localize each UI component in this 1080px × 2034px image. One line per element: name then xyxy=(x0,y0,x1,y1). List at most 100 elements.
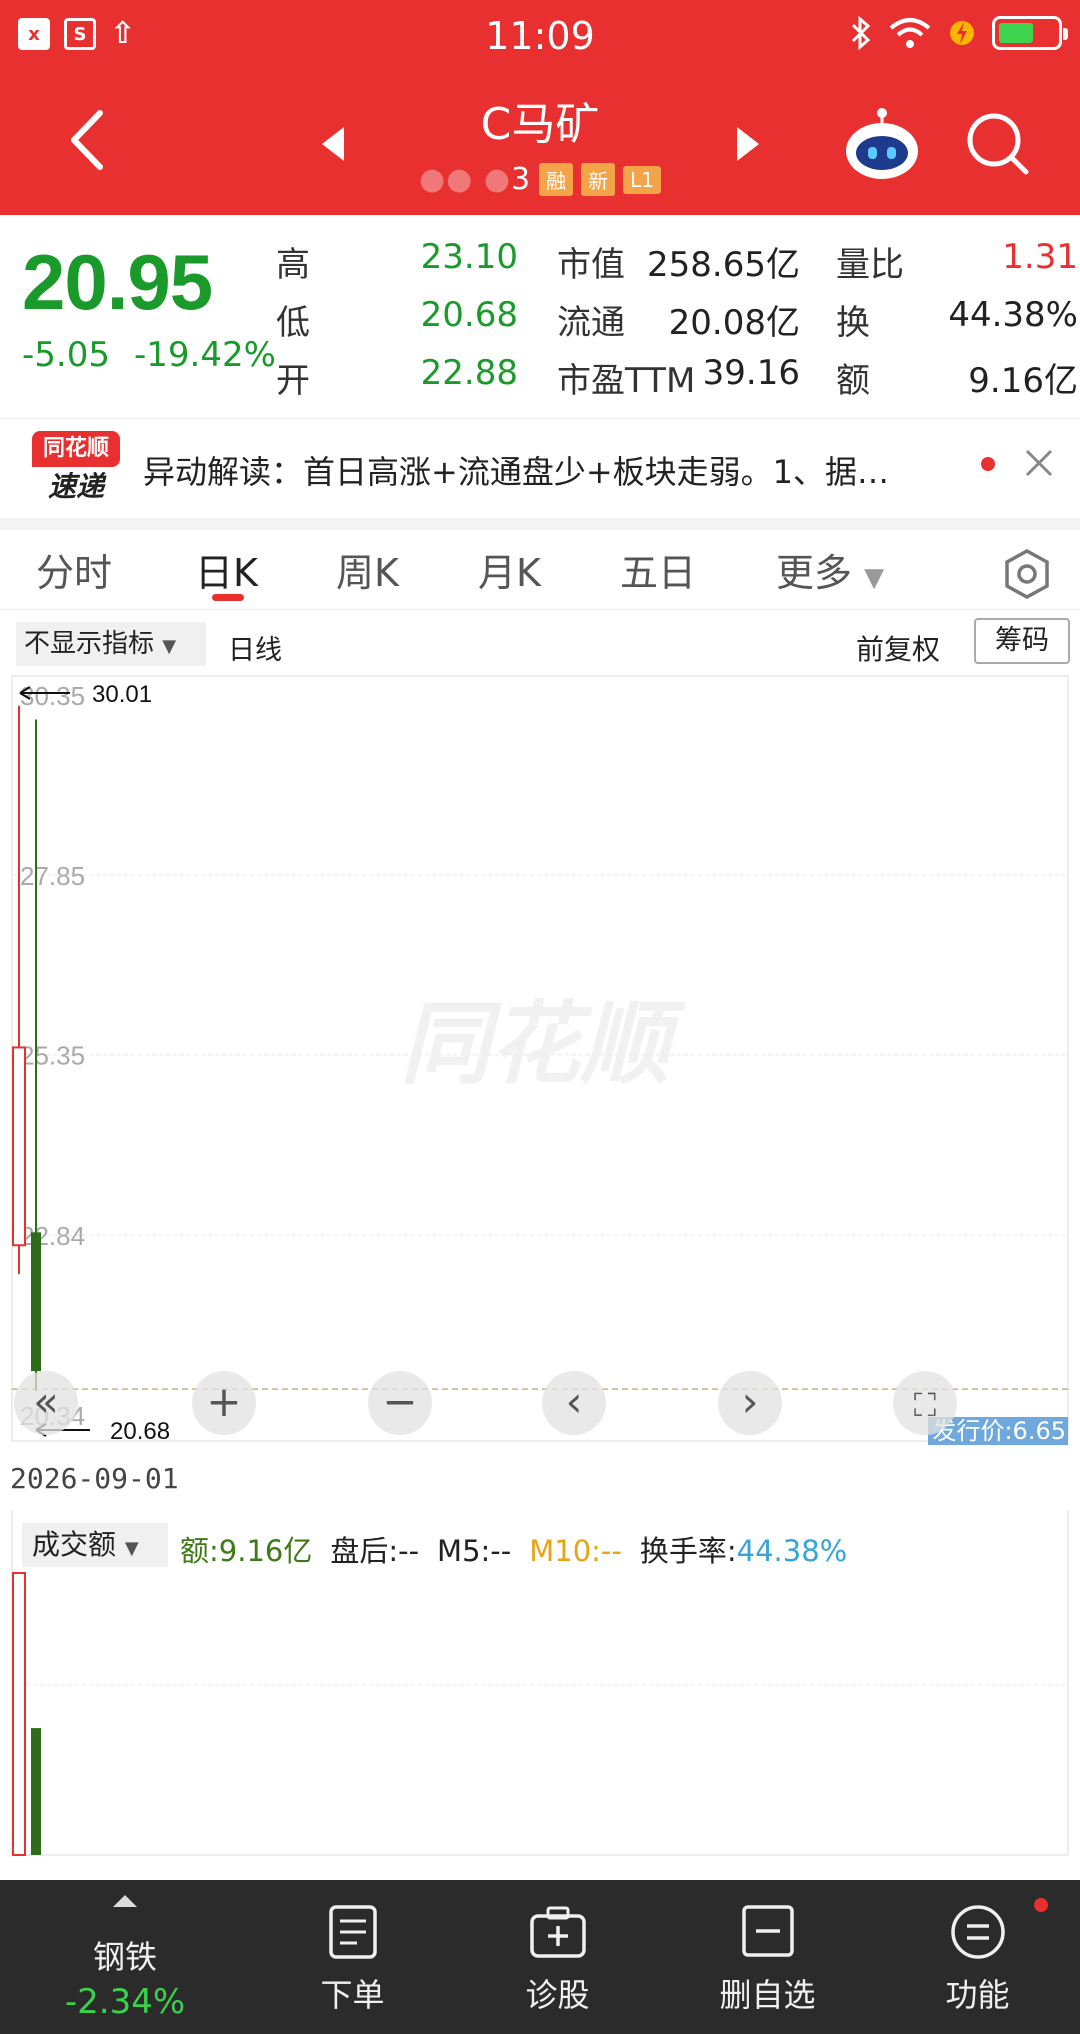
adjust-mode[interactable]: 前复权 xyxy=(856,628,940,668)
minus-square-icon xyxy=(741,1905,794,1957)
caret-up-icon xyxy=(113,1895,137,1907)
tag-new: 新 xyxy=(581,163,616,196)
turnover-label: 换 xyxy=(836,303,870,343)
vol-ratio-label: 量比 xyxy=(836,245,904,285)
float-label: 流通 xyxy=(557,303,625,343)
diagnose-label: 诊股 xyxy=(525,1976,590,2014)
order-form-icon xyxy=(328,1905,377,1959)
volume-amount: 额:9.16亿 xyxy=(180,1534,313,1568)
ths-express-logo: 同花顺 速递 xyxy=(32,431,120,507)
high-marker-label: 30.01 xyxy=(92,681,152,708)
turnover-rate-label: 换手率: xyxy=(639,1534,737,1568)
turnover-value: 44.38% xyxy=(948,295,1078,335)
volume-bar xyxy=(12,1572,26,1856)
open-value: 22.88 xyxy=(420,353,518,393)
turnover-rate-value: 44.38% xyxy=(736,1534,848,1568)
high-label: 高 xyxy=(276,245,310,285)
kline-chart[interactable]: 同花顺30.3527.8525.3522.8420.3430.0120.68发行… xyxy=(0,675,1080,1447)
battery-icon xyxy=(992,16,1068,50)
sector-button[interactable]: 钢铁 -2.34% xyxy=(0,1880,250,2034)
quote-row-2: 低 20.68 流通 20.08亿 换 44.38% xyxy=(0,295,1080,345)
news-banner[interactable]: 同花顺 速递 异动解读：首日高涨+流通盘少+板块走弱。1、据… xyxy=(0,418,1080,518)
sector-change: -2.34% xyxy=(64,1982,186,2022)
y-tick-label: 25.35 xyxy=(20,1041,85,1071)
pe-label: 市盈TTM xyxy=(557,361,696,401)
tab-monthly-k[interactable]: 月K xyxy=(478,542,541,597)
wifi-icon xyxy=(889,18,931,48)
selected-date: 2026-09-01 xyxy=(10,1462,179,1495)
order-button[interactable]: 下单 xyxy=(250,1880,455,2034)
top-header: x S ⇧ 11:09 C马矿 ●● ●3 融 新 L1 xyxy=(0,0,1080,215)
menu-circle-icon xyxy=(950,1905,1005,1959)
search-icon[interactable] xyxy=(962,108,1032,178)
volume-stats: 额:9.16亿 盘后:-- M5:-- M10:-- 换手率:44.38% xyxy=(180,1528,865,1570)
y-tick-label: 27.85 xyxy=(20,861,85,891)
unread-dot-icon xyxy=(981,457,995,471)
remove-watchlist-button[interactable]: 删自选 xyxy=(660,1880,875,2034)
svg-text:›: › xyxy=(742,1377,759,1426)
sector-name: 钢铁 xyxy=(92,1938,157,1976)
bluetooth-icon xyxy=(851,16,871,50)
svg-text:−: − xyxy=(382,1377,417,1426)
news-text[interactable]: 异动解读：首日高涨+流通盘少+板块走弱。1、据… xyxy=(143,447,889,493)
float-value: 20.08亿 xyxy=(668,303,800,343)
period-tabs: 分时 日K 周K 月K 五日 更多 ▼ xyxy=(0,530,1080,610)
functions-button[interactable]: 功能 xyxy=(875,1880,1080,2034)
remove-watchlist-label: 删自选 xyxy=(719,1976,816,2014)
ai-assistant-icon[interactable] xyxy=(842,105,922,185)
tab-more[interactable]: 更多 ▼ xyxy=(776,542,884,597)
quote-row-1: 高 23.10 市值 258.65亿 量比 1.31 xyxy=(0,237,1080,287)
tag-margin: 融 xyxy=(539,163,574,196)
close-icon[interactable] xyxy=(1022,446,1056,480)
scroll-left-icon[interactable]: ‹ xyxy=(542,1371,606,1435)
settings-icon[interactable] xyxy=(1002,548,1052,600)
quote-row-3: 开 22.88 市盈TTM 39.16 额 9.16亿 xyxy=(0,353,1080,403)
low-marker-label: 20.68 xyxy=(110,1418,170,1445)
chevron-down-icon: ▼ xyxy=(864,563,885,593)
functions-label: 功能 xyxy=(945,1976,1010,2014)
after-hours: 盘后:-- xyxy=(330,1534,420,1568)
tab-five-day[interactable]: 五日 xyxy=(620,542,696,597)
ma10-value: M10:-- xyxy=(529,1534,622,1568)
notification-dot-icon xyxy=(1034,1898,1048,1912)
svg-text:⛶: ⛶ xyxy=(913,1386,937,1424)
tab-weekly-k[interactable]: 周K xyxy=(336,542,399,597)
amount-value: 9.16亿 xyxy=(968,361,1078,401)
chevron-down-icon: ▼ xyxy=(124,1538,139,1559)
section-divider xyxy=(0,518,1080,530)
y-tick-label: 30.35 xyxy=(20,681,85,711)
zoom-out-icon[interactable]: − xyxy=(368,1371,432,1435)
status-bar: x S ⇧ 11:09 xyxy=(0,0,1080,70)
ma5-value: M5:-- xyxy=(437,1534,512,1568)
zoom-in-icon[interactable]: + xyxy=(192,1371,256,1435)
tag-level1: L1 xyxy=(623,165,662,194)
low-value: 20.68 xyxy=(420,295,518,335)
low-label: 低 xyxy=(276,303,310,343)
order-label: 下单 xyxy=(320,1976,385,2014)
chips-button[interactable]: 筹码 xyxy=(974,618,1070,664)
active-tab-indicator xyxy=(212,594,244,601)
high-value: 23.10 xyxy=(420,237,518,277)
open-label: 开 xyxy=(276,361,310,401)
candle-body xyxy=(31,1232,41,1372)
tab-intraday[interactable]: 分时 xyxy=(36,542,112,597)
vol-ratio-value: 1.31 xyxy=(1002,237,1078,277)
diagnose-button[interactable]: 诊股 xyxy=(455,1880,660,2034)
rewind-icon[interactable]: « xyxy=(14,1371,78,1435)
quote-panel: 20.95 -5.05 -19.42% 高 23.10 市值 258.65亿 量… xyxy=(0,215,1080,410)
y-tick-label: 22.84 xyxy=(20,1221,85,1251)
volume-indicator-select[interactable]: 成交额 ▼ xyxy=(22,1523,168,1567)
scroll-right-icon[interactable]: › xyxy=(718,1371,782,1435)
stock-code: ●● ●3 xyxy=(418,162,532,197)
next-stock-icon[interactable] xyxy=(735,125,761,163)
chevron-down-icon: ▼ xyxy=(162,636,177,657)
fullscreen-icon[interactable]: ⛶ xyxy=(893,1371,957,1435)
watermark: 同花顺 xyxy=(400,992,686,1097)
svg-text:«: « xyxy=(33,1377,59,1426)
volume-bar xyxy=(31,1728,41,1855)
svg-text:+: + xyxy=(206,1377,241,1426)
svg-text:‹: ‹ xyxy=(566,1377,583,1426)
bottom-toolbar: 钢铁 -2.34% 下单 诊股 删自选 功能 xyxy=(0,1880,1080,2034)
indicator-select[interactable]: 不显示指标 ▼ xyxy=(16,622,206,666)
tab-daily-k[interactable]: 日K xyxy=(195,542,258,597)
